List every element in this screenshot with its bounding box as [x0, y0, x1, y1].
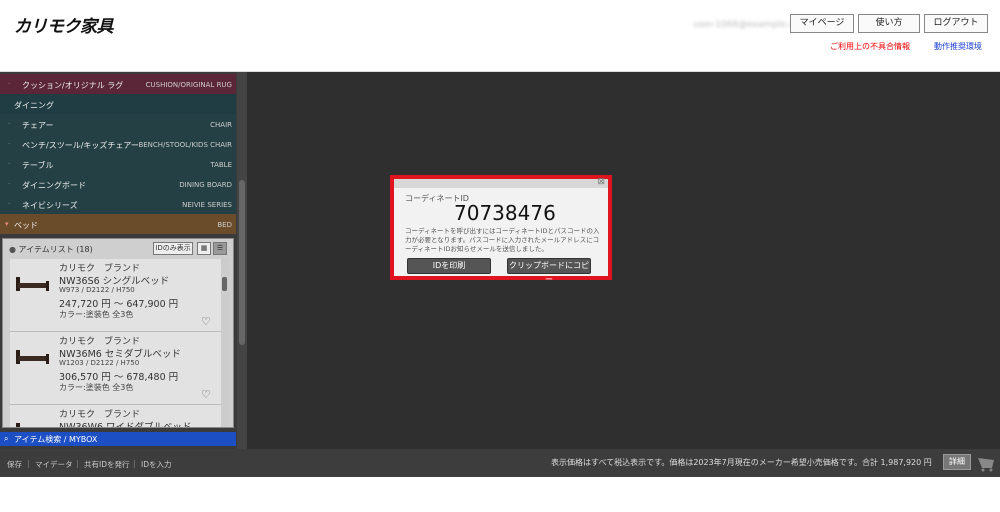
sidebar-item-label: ベッド: [14, 221, 38, 230]
grid-view-icon[interactable]: ▦: [197, 242, 211, 255]
sidebar-item-en-label: DINING BOARD: [179, 181, 232, 189]
item-name: NW36S6 シングルベッド: [59, 276, 170, 287]
coordinate-canvas[interactable]: [247, 72, 1000, 449]
item-color: カラー:塗装色 全3色: [59, 383, 134, 392]
separator: |: [133, 459, 136, 468]
coordinate-id-value: 70738476: [454, 201, 556, 225]
bed-thumbnail: [16, 277, 49, 291]
close-icon[interactable]: ⊠: [597, 177, 605, 187]
sidebar-item-label: ネイビシリーズ: [22, 201, 78, 210]
howto-button[interactable]: 使い方: [858, 14, 920, 33]
bed-thumbnail: [16, 423, 20, 427]
bullet-icon: ·: [8, 200, 11, 208]
item-list: カリモク ブランド NW36S6 シングルベッド W973 / D2122 / …: [10, 259, 222, 427]
separator: |: [76, 459, 79, 468]
sidebar-scrollbar-thumb[interactable]: [239, 180, 245, 345]
item-name: NW36M6 セミダブルベッド: [59, 349, 181, 360]
sidebar-item-en-label: BENCH/STOOL/KIDS CHAIR: [138, 141, 232, 149]
sidebar-item-en-label: NEIVIE SERIES: [182, 201, 232, 209]
item-price: 306,570 円 ～ 678,480 円: [59, 372, 179, 383]
price-note: 表示価格はすべて税込表示です。価格は2023年7月現在のメーカー希望小売価格です…: [551, 458, 932, 467]
item-list-scrollbar-thumb[interactable]: [222, 277, 227, 291]
item-list-panel: ● アイテムリスト (18) IDのみ表示 ▦ ☰ カリモク ブランド NW36…: [2, 238, 234, 428]
circle-icon: ●: [9, 245, 16, 254]
heart-icon[interactable]: ♡: [201, 388, 211, 401]
sidebar-item-table[interactable]: · テーブル TABLE: [0, 154, 236, 174]
item-name: NW36W6 ワイドダブルベッド: [59, 419, 192, 427]
triangle-down-icon: ▾: [5, 220, 9, 228]
cart-icon[interactable]: [976, 454, 996, 472]
karimoku-logo[interactable]: カリモク家具: [14, 12, 114, 37]
sidebar-item-label: チェアー: [22, 121, 54, 130]
id-only-button[interactable]: IDのみ表示: [153, 242, 193, 255]
sidebar-item-bench[interactable]: · ベンチ/スツール/キッズチェアー BENCH/STOOL/KIDS CHAI…: [0, 134, 236, 154]
bullet-icon: ·: [8, 180, 11, 188]
item-color: カラー:塗装色 全3色: [59, 310, 134, 319]
issue-share-id-link[interactable]: 共有IDを発行: [84, 459, 130, 470]
sidebar-item-dining[interactable]: ダイニング: [0, 94, 236, 114]
search-bar-label: アイテム検索 / MYBOX: [14, 435, 98, 444]
bullet-icon: ·: [8, 140, 11, 148]
sidebar-item-neivie[interactable]: · ネイビシリーズ NEIVIE SERIES: [0, 194, 236, 214]
logout-button[interactable]: ログアウト: [924, 14, 988, 33]
list-item[interactable]: カリモク ブランド NW36W6 ワイドダブルベッド: [10, 405, 222, 427]
heart-icon[interactable]: ♡: [201, 315, 211, 328]
sidebar-item-label: ベンチ/スツール/キッズチェアー: [22, 141, 139, 150]
sidebar-item-chair[interactable]: · チェアー CHAIR: [0, 114, 236, 134]
dialog-titlebar: ⊠: [394, 177, 608, 188]
recommended-env-link[interactable]: 動作推奨環境: [934, 41, 982, 52]
sidebar-item-en-label: CUSHION/ORIGINAL RUG: [145, 81, 232, 89]
sidebar-item-label: ダイニングボード: [22, 181, 86, 190]
defect-info-link[interactable]: ご利用上の不具合情報: [830, 41, 910, 52]
print-id-button[interactable]: IDを印刷: [407, 258, 491, 274]
enter-id-link[interactable]: IDを入力: [141, 459, 172, 470]
bullet-icon: ·: [8, 160, 11, 168]
item-list-title: ● アイテムリスト (18): [9, 244, 93, 255]
save-link[interactable]: 保存: [7, 459, 22, 470]
detail-button[interactable]: 詳細: [943, 454, 971, 470]
bed-thumbnail: [16, 350, 49, 364]
search-icon: ⌕: [4, 434, 9, 443]
sidebar-item-label: ダイニング: [14, 101, 54, 110]
bullet-icon: ·: [8, 120, 11, 128]
sidebar-item-en-label: CHAIR: [210, 121, 232, 129]
sidebar-item-en-label: TABLE: [210, 161, 232, 169]
item-dimensions: W1203 / D2122 / H750: [59, 359, 140, 367]
sidebar-item-cushion[interactable]: · クッション/オリジナル ラグ CUSHION/ORIGINAL RUG: [0, 74, 236, 94]
sidebar-item-label: テーブル: [22, 161, 54, 170]
copy-to-clipboard-button[interactable]: クリップボードにコピー: [507, 258, 591, 284]
sidebar-item-label: クッション/オリジナル ラグ: [22, 81, 124, 90]
list-item[interactable]: カリモク ブランド NW36S6 シングルベッド W973 / D2122 / …: [10, 259, 222, 332]
item-search-mybox-bar[interactable]: ⌕ アイテム検索 / MYBOX: [0, 432, 236, 446]
separator: |: [27, 459, 30, 468]
mypage-button[interactable]: マイページ: [790, 14, 854, 33]
list-item[interactable]: カリモク ブランド NW36M6 セミダブルベッド W1203 / D2122 …: [10, 332, 222, 405]
list-view-icon[interactable]: ☰: [213, 242, 227, 255]
sidebar-item-bed[interactable]: ▾ ベッド BED: [0, 214, 236, 234]
mydata-link[interactable]: マイデータ: [35, 459, 73, 470]
bullet-icon: ·: [8, 80, 11, 88]
sidebar-item-dining-board[interactable]: · ダイニングボード DINING BOARD: [0, 174, 236, 194]
sidebar-item-en-label: BED: [217, 221, 232, 229]
dialog-description: コーディネートを呼び出すにはコーディネートIDとパスコードの入力が必要となります…: [405, 227, 600, 253]
header: カリモク家具 user-1066@example.com マイページ 使い方 ロ…: [0, 0, 1000, 72]
item-dimensions: W973 / D2122 / H750: [59, 286, 135, 294]
item-list-count: アイテムリスト (18): [18, 245, 93, 254]
page: カリモク家具 user-1066@example.com マイページ 使い方 ロ…: [0, 0, 1000, 512]
item-price: 247,720 円 ～ 647,900 円: [59, 299, 179, 310]
coordinate-id-dialog: ⊠ コーディネートID 70738476 コーディネートを呼び出すにはコーディネ…: [390, 175, 612, 284]
footer: 保存 | マイデータ | 共有IDを発行 | IDを入力 表示価格はすべて税込表…: [0, 449, 1000, 477]
